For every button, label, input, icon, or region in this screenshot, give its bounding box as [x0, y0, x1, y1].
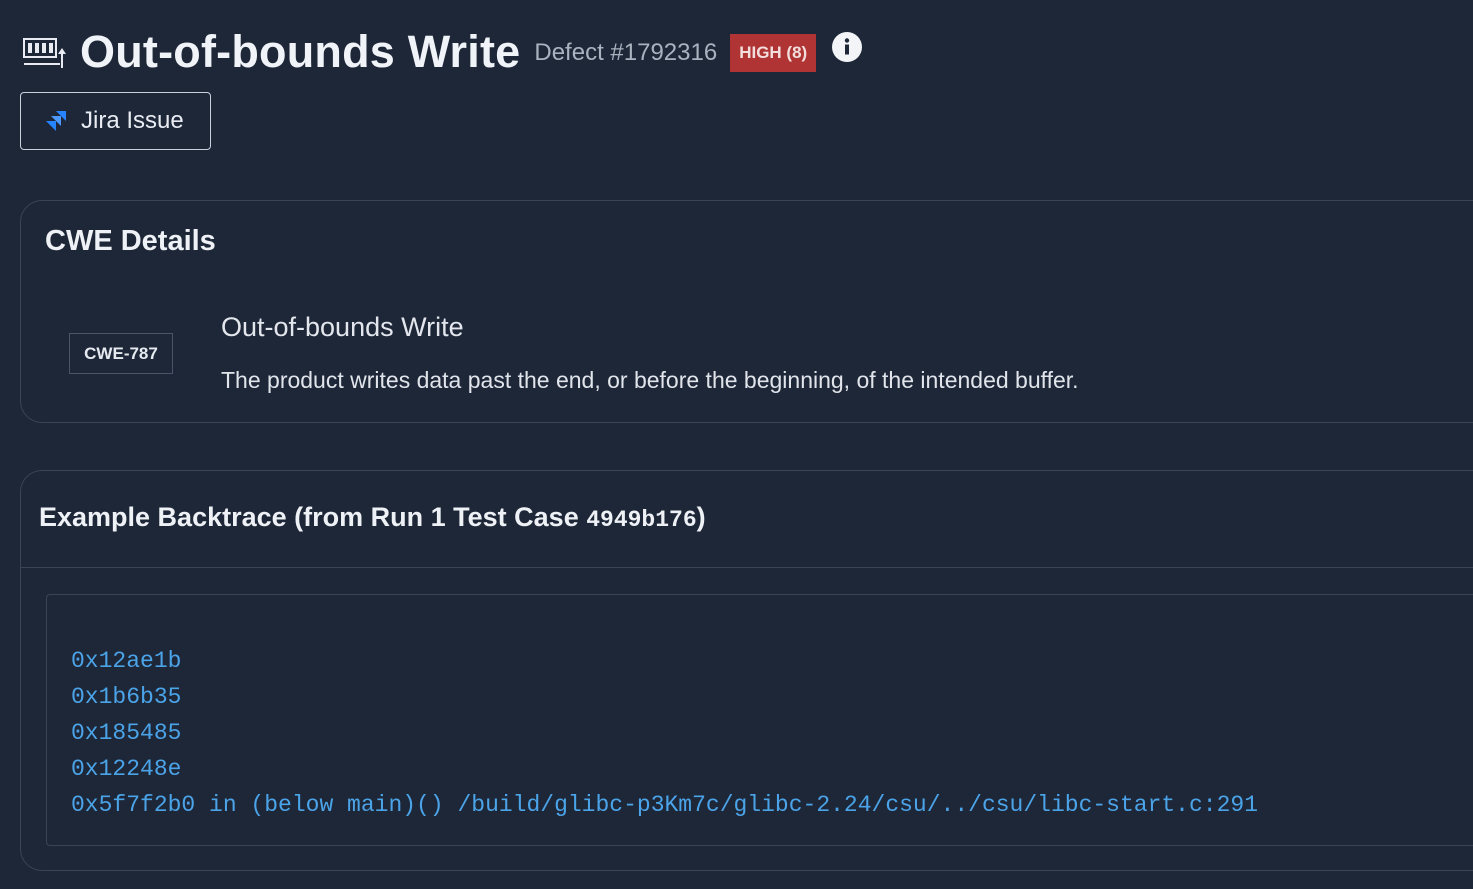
backtrace-heading-suffix: ) — [696, 502, 706, 532]
memory-write-icon — [22, 34, 68, 70]
info-icon[interactable] — [832, 32, 863, 62]
cwe-description: The product writes data past the end, or… — [221, 367, 1079, 393]
defect-page: Out-of-bounds Write Defect #1792316 HIGH… — [0, 0, 1473, 889]
backtrace-line: 0x12ae1b — [71, 648, 182, 674]
jira-issue-label: Jira Issue — [81, 107, 184, 134]
backtrace-line: 0x1b6b35 — [71, 684, 182, 710]
cwe-details-card: CWE Details CWE-787 Out-of-bounds Write … — [20, 200, 1473, 423]
severity-badge: HIGH (8) — [730, 34, 817, 72]
backtrace-heading-prefix: Example Backtrace (from Run 1 Test Case — [39, 502, 587, 532]
backtrace-line: 0x12248e — [71, 756, 182, 782]
cwe-name: Out-of-bounds Write — [221, 312, 464, 342]
backtrace-line: 0x185485 — [71, 720, 182, 746]
defect-id: Defect #1792316 — [534, 39, 718, 66]
backtrace-heading: Example Backtrace (from Run 1 Test Case … — [39, 502, 706, 533]
cwe-id-badge[interactable]: CWE-787 — [69, 333, 173, 374]
cwe-details-heading: CWE Details — [45, 225, 216, 257]
page-title: Out-of-bounds Write — [80, 26, 521, 77]
backtrace-lines: 0x12ae1b 0x1b6b35 0x185485 0x12248e 0x5f… — [71, 643, 1258, 823]
backtrace-card-header: Example Backtrace (from Run 1 Test Case … — [21, 471, 1473, 568]
jira-icon — [46, 111, 66, 131]
page-header: Out-of-bounds Write Defect #1792316 HIGH… — [22, 24, 863, 80]
jira-issue-button[interactable]: Jira Issue — [20, 92, 211, 150]
backtrace-card: Example Backtrace (from Run 1 Test Case … — [20, 470, 1473, 871]
test-case-id: 4949b176 — [586, 507, 697, 533]
backtrace-code-block: 0x12ae1b 0x1b6b35 0x185485 0x12248e 0x5f… — [46, 594, 1473, 846]
backtrace-line: 0x5f7f2b0 in (below main)() /build/glibc… — [71, 792, 1258, 818]
